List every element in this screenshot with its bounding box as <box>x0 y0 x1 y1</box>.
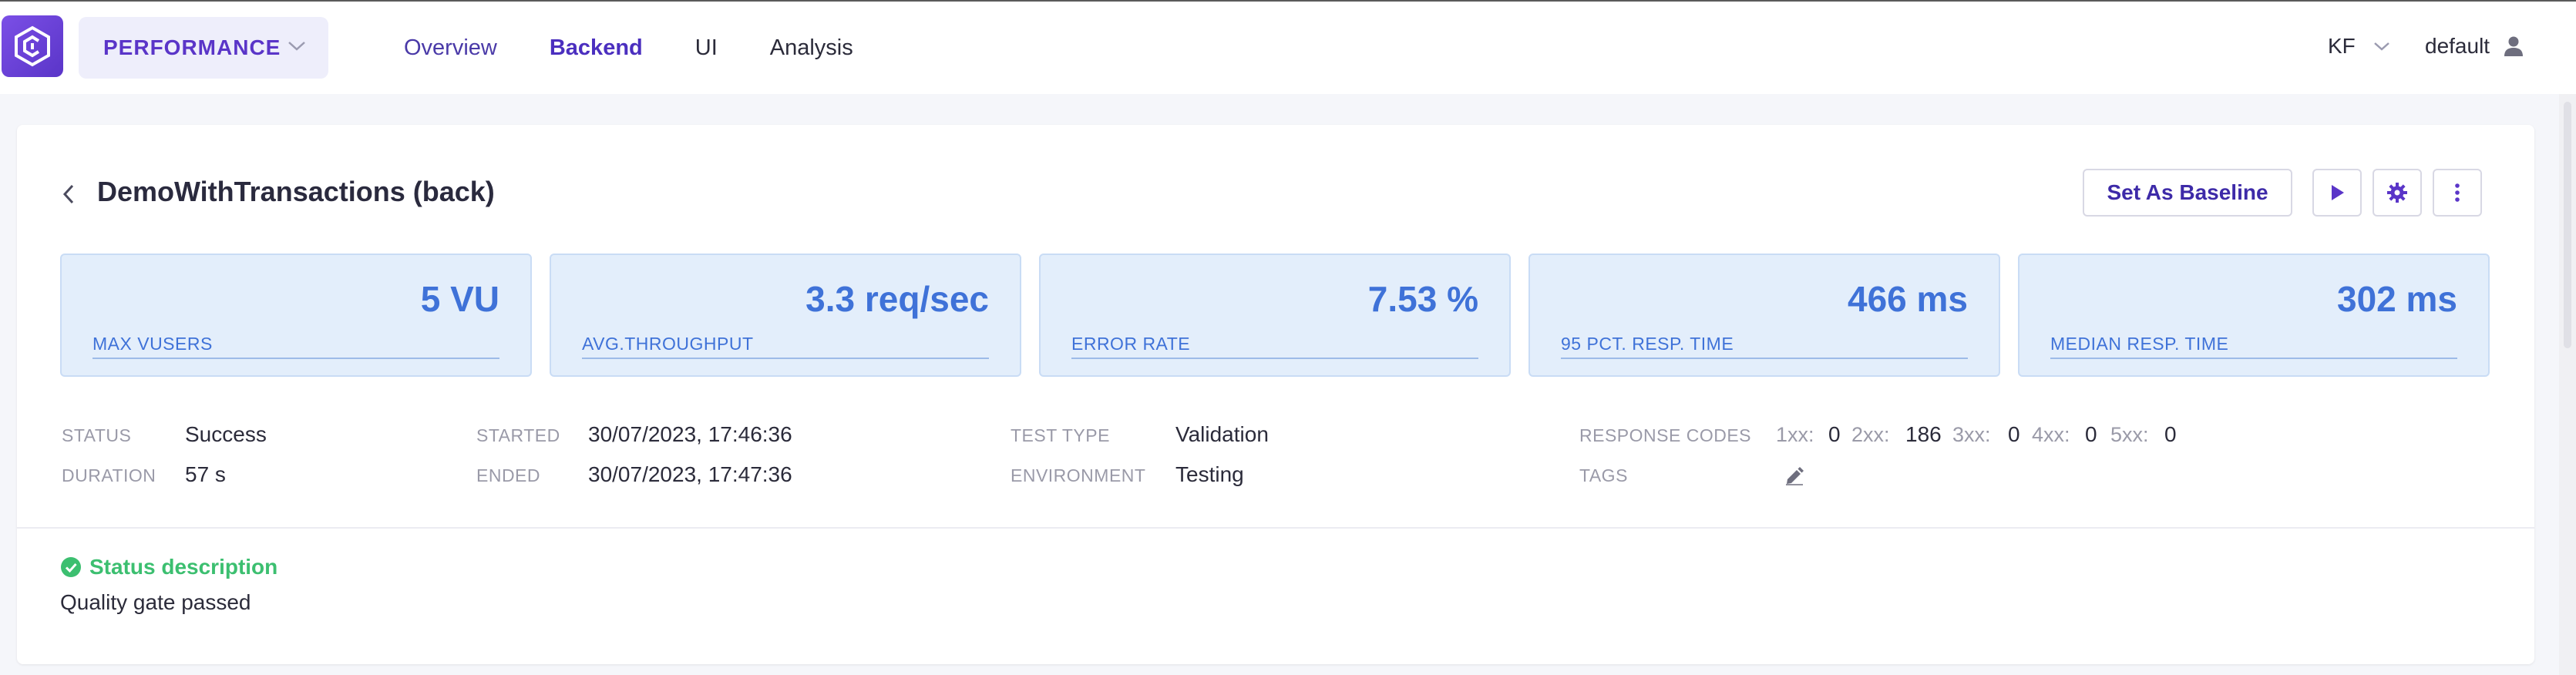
settings-button[interactable] <box>2373 169 2422 217</box>
main-nav: Overview Backend UI Analysis <box>404 35 906 61</box>
environment-label: ENVIRONMENT <box>1011 465 1146 485</box>
stat-value: 466 ms <box>1847 279 1968 319</box>
back-chevron-icon[interactable] <box>60 182 77 207</box>
test-type-label: TEST TYPE <box>1011 425 1110 445</box>
stat-95pct-resp-time: 466 ms 95 PCT. RESP. TIME <box>1528 254 2000 377</box>
status-value: Success <box>185 422 267 446</box>
person-icon <box>2504 36 2524 56</box>
stat-median-resp-time: 302 ms MEDIAN RESP. TIME <box>2018 254 2490 377</box>
chevron-down-icon <box>288 42 305 51</box>
test-title: DemoWithTransactions (back) <box>97 176 495 207</box>
ended-value: 30/07/2023, 17:47:36 <box>588 462 792 486</box>
app-logo[interactable] <box>2 15 63 77</box>
play-icon <box>2332 185 2344 200</box>
page-scrollbar[interactable] <box>2559 94 2576 675</box>
rc-3xx-count: 0 <box>2008 422 2020 446</box>
response-codes-label: RESPONSE CODES <box>1579 425 1751 445</box>
started-label: STARTED <box>476 425 560 445</box>
chevron-down-icon <box>2373 42 2389 51</box>
status-label: STATUS <box>62 425 132 445</box>
test-type-value: Validation <box>1175 422 1269 446</box>
duration-value: 57 s <box>185 462 226 486</box>
stat-value: 7.53 % <box>1367 279 1478 319</box>
nav-ui[interactable]: UI <box>695 35 718 61</box>
team-select[interactable]: KF <box>2328 34 2391 59</box>
project-select[interactable]: PERFORMANCE <box>79 17 328 79</box>
project-select-label: PERFORMANCE <box>103 35 281 59</box>
test-run-card: DemoWithTransactions (back) Set As Basel… <box>17 125 2534 664</box>
environment-value: Testing <box>1175 462 1244 486</box>
team-initials: KF <box>2328 34 2356 58</box>
tags-label: TAGS <box>1579 465 1628 485</box>
rc-4xx-count: 0 <box>2085 422 2097 446</box>
duration-label: DURATION <box>62 465 156 485</box>
stat-max-vusers: 5 VU MAX VUSERS <box>60 254 532 377</box>
rc-1xx-label: 1xx: <box>1776 423 1814 446</box>
section-divider <box>17 527 2534 529</box>
gear-icon <box>2387 183 2407 203</box>
rc-2xx-count: 186 <box>1905 422 1942 446</box>
rc-5xx-count: 0 <box>2164 422 2177 446</box>
stat-label: 95 PCT. RESP. TIME <box>1561 334 1968 359</box>
rc-1xx-count: 0 <box>1828 422 1841 446</box>
nav-overview[interactable]: Overview <box>404 35 497 61</box>
stat-value: 302 ms <box>2336 279 2457 319</box>
logo-icon <box>15 25 50 67</box>
status-description-text: Quality gate passed <box>60 590 251 614</box>
status-description-title: Status description <box>60 555 277 579</box>
nav-backend[interactable]: Backend <box>550 35 643 61</box>
rc-5xx-label: 5xx: <box>2110 423 2149 446</box>
check-circle-icon <box>61 557 81 577</box>
set-baseline-button[interactable]: Set As Baseline <box>2083 169 2292 217</box>
more-vertical-icon <box>2455 183 2460 202</box>
stat-error-rate: 7.53 % ERROR RATE <box>1039 254 1511 377</box>
stat-label: MAX VUSERS <box>92 334 499 359</box>
workspace-name: default <box>2425 34 2490 58</box>
rc-4xx-label: 4xx: <box>2032 423 2070 446</box>
started-value: 30/07/2023, 17:46:36 <box>588 422 792 446</box>
nav-analysis[interactable]: Analysis <box>770 35 853 61</box>
rc-2xx-label: 2xx: <box>1851 423 1890 446</box>
stat-value: 5 VU <box>420 279 499 319</box>
status-description-heading: Status description <box>89 555 278 579</box>
stat-value: 3.3 req/sec <box>805 279 989 319</box>
rc-3xx-label: 3xx: <box>1952 423 1991 446</box>
ended-label: ENDED <box>476 465 541 485</box>
stat-label: MEDIAN RESP. TIME <box>2050 334 2457 359</box>
stat-label: ERROR RATE <box>1071 334 1478 359</box>
user-menu[interactable]: default <box>2425 34 2524 59</box>
top-bar: PERFORMANCE Overview Backend UI Analysis… <box>0 0 2576 94</box>
run-button[interactable] <box>2312 169 2362 217</box>
stat-avg-throughput: 3.3 req/sec AVG.THROUGHPUT <box>550 254 1021 377</box>
edit-pencil-icon[interactable] <box>1784 464 1805 485</box>
stat-label: AVG.THROUGHPUT <box>582 334 989 359</box>
scrollbar-thumb[interactable] <box>2564 102 2571 348</box>
more-options-button[interactable] <box>2433 169 2482 217</box>
